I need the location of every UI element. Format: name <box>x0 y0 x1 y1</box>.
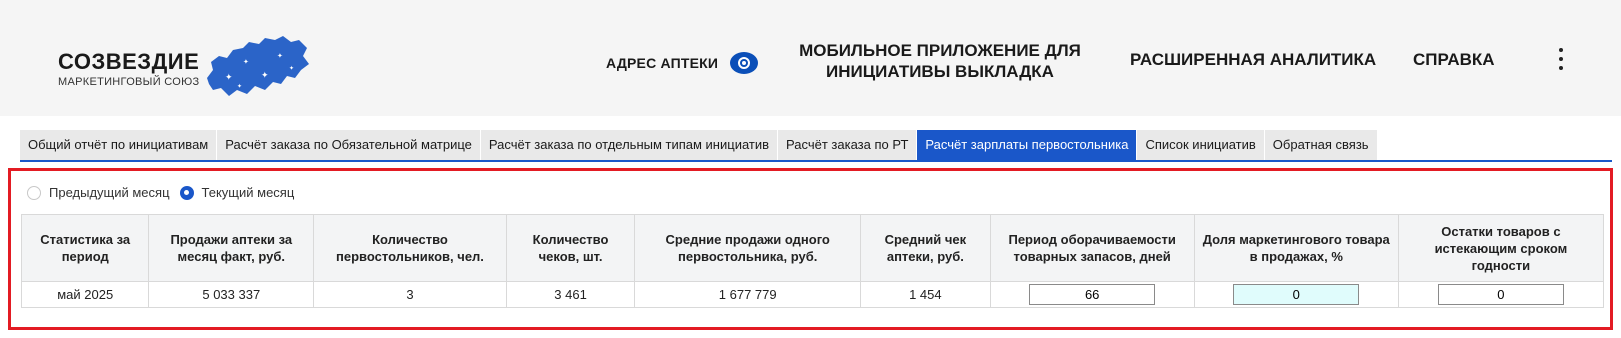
radio-current-month[interactable]: Текущий месяц <box>179 185 295 200</box>
tab-rt-order[interactable]: Расчёт заказа по РТ <box>778 130 918 160</box>
table-header-row: Статистика за период Продажи аптеки за м… <box>20 214 1605 282</box>
expiring-stock-input[interactable] <box>1437 284 1564 305</box>
svg-text:✦: ✦ <box>243 58 249 66</box>
tab-mandatory-matrix-order[interactable]: Расчёт заказа по Обязательной матрице <box>217 130 481 160</box>
radio-circle-checked <box>179 185 194 200</box>
cell-staff-count: 3 <box>313 281 507 308</box>
russia-map-logo-icon: ✦ ✦ ✦ ✦ ✦ ✦ <box>207 36 309 96</box>
logo-subtitle: МАРКЕТИНГОВЫЙ СОЮЗ <box>58 76 200 88</box>
salary-panel: Предыдущий месяц Текущий месяц Статистик… <box>8 168 1613 330</box>
col-header-expiring-stock: Остатки товаров с истекающим сроком годн… <box>1397 214 1605 282</box>
cell-avg-sales-staff: 1 677 779 <box>634 281 862 308</box>
radio-previous-label: Предыдущий месяц <box>49 185 170 200</box>
top-header: СОЗВЕЗДИЕ МАРКЕТИНГОВЫЙ СОЮЗ ✦ ✦ ✦ ✦ ✦ ✦… <box>0 0 1621 116</box>
svg-text:✦: ✦ <box>225 73 233 83</box>
col-header-marketing-share: Доля маркетингового товара в продажах, % <box>1193 214 1399 282</box>
stats-table: Статистика за период Продажи аптеки за м… <box>20 214 1605 308</box>
svg-text:✦: ✦ <box>261 71 269 81</box>
cell-avg-receipt: 1 454 <box>860 281 991 308</box>
logo[interactable]: СОЗВЕЗДИЕ МАРКЕТИНГОВЫЙ СОЮЗ <box>58 49 200 89</box>
tab-feedback[interactable]: Обратная связь <box>1264 130 1378 160</box>
address-label: АДРЕС АПТЕКИ <box>606 55 719 71</box>
col-header-period: Статистика за период <box>20 214 150 282</box>
period-selector: Предыдущий месяц Текущий месяц <box>27 185 304 200</box>
svg-text:✦: ✦ <box>277 52 283 60</box>
logo-title: СОЗВЕЗДИЕ <box>58 49 200 74</box>
tab-initiative-types-order[interactable]: Расчёт заказа по отдельным типам инициат… <box>480 130 779 160</box>
pharmacy-address: АДРЕС АПТЕКИ <box>606 52 759 74</box>
col-header-receipts: Количество чеков, шт. <box>505 214 636 282</box>
nav-mobile-line2: ИНИЦИАТИВЫ ВЫКЛАДКА <box>826 62 1054 81</box>
nav-help[interactable]: СПРАВКА <box>1413 50 1495 70</box>
cell-receipts: 3 461 <box>505 281 636 308</box>
table-row: май 2025 5 033 337 3 3 461 1 677 779 1 4… <box>20 281 1605 308</box>
cell-period: май 2025 <box>20 281 150 308</box>
tab-general-report[interactable]: Общий отчёт по инициативам <box>20 130 218 160</box>
nav-mobile-line1: МОБИЛЬНОЕ ПРИЛОЖЕНИЕ ДЛЯ <box>799 41 1081 60</box>
cell-expiring-stock <box>1397 281 1605 308</box>
col-header-turnover: Период оборачиваемости товарных запасов,… <box>989 214 1195 282</box>
eye-icon[interactable] <box>730 52 759 74</box>
tab-initiatives-list[interactable]: Список инициатив <box>1137 130 1265 160</box>
nav-advanced-analytics[interactable]: РАСШИРЕННАЯ АНАЛИТИКА <box>1130 50 1376 70</box>
radio-previous-month[interactable]: Предыдущий месяц <box>27 185 170 200</box>
cell-sales: 5 033 337 <box>148 281 315 308</box>
marketing-share-input[interactable] <box>1233 284 1360 305</box>
col-header-sales: Продажи аптеки за месяц факт, руб. <box>148 214 315 282</box>
col-header-avg-receipt: Средний чек аптеки, руб. <box>860 214 991 282</box>
col-header-avg-sales-staff: Средние продажи одного первостольника, р… <box>634 214 862 282</box>
svg-text:✦: ✦ <box>289 65 294 72</box>
radio-circle <box>27 185 41 200</box>
vertical-ellipsis-icon[interactable] <box>1556 48 1566 70</box>
nav-mobile-app[interactable]: МОБИЛЬНОЕ ПРИЛОЖЕНИЕ ДЛЯ ИНИЦИАТИВЫ ВЫКЛ… <box>790 40 1090 82</box>
cell-marketing-share <box>1193 281 1399 308</box>
cell-turnover <box>989 281 1195 308</box>
tab-bar: Общий отчёт по инициативам Расчёт заказа… <box>20 130 1612 162</box>
col-header-staff-count: Количество первостольников, чел. <box>313 214 507 282</box>
turnover-days-input[interactable] <box>1029 284 1156 305</box>
tab-salary-calculation[interactable]: Расчёт зарплаты первостольника <box>917 130 1138 160</box>
radio-current-label: Текущий месяц <box>201 185 295 200</box>
svg-text:✦: ✦ <box>237 83 242 90</box>
